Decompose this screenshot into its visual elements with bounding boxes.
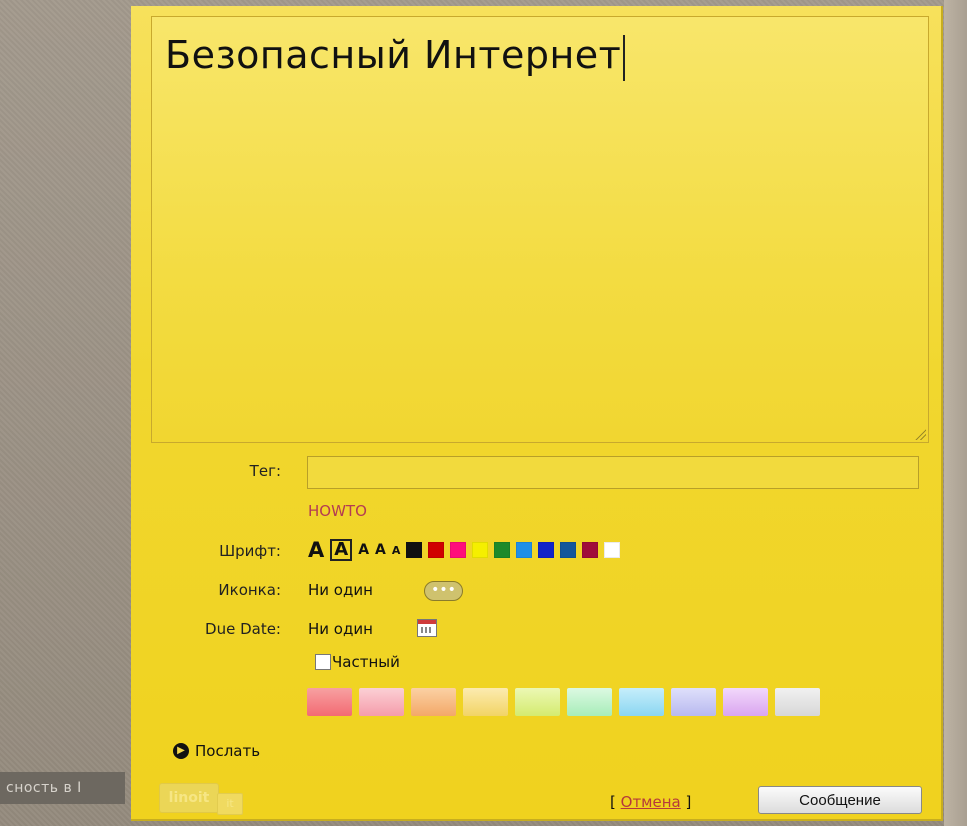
font-size-smallest[interactable]: A — [392, 545, 401, 556]
font-options: A A A A A — [308, 539, 621, 561]
submit-button[interactable]: Сообщение — [758, 786, 922, 814]
play-icon: ▶ — [173, 743, 189, 759]
send-toggle[interactable]: ▶ Послать — [173, 742, 260, 760]
note-color-lime[interactable] — [515, 688, 560, 716]
tag-input[interactable] — [307, 456, 919, 489]
note-title-text: Безопасный Интернет — [165, 33, 626, 81]
font-label: Шрифт: — [219, 542, 281, 560]
sticky-note-editor: Безопасный Интернет Тег: HOWTO Шрифт: A … — [131, 6, 943, 821]
note-color-pink[interactable] — [359, 688, 404, 716]
text-caret — [623, 34, 626, 81]
text-color-red[interactable] — [428, 542, 445, 558]
note-color-violet[interactable] — [723, 688, 768, 716]
note-title-value: Безопасный Интернет — [165, 33, 622, 77]
note-textarea[interactable]: Безопасный Интернет — [151, 16, 929, 443]
cancel-link[interactable]: Отмена — [621, 793, 681, 811]
due-date-value: Ни один — [308, 620, 373, 638]
private-checkbox-label[interactable]: Частный — [332, 653, 400, 671]
logo-main-mark: linoit — [159, 783, 219, 813]
note-color-palette — [307, 688, 820, 716]
calendar-icon[interactable] — [417, 619, 437, 637]
linoit-logo: linoit it — [159, 781, 243, 815]
tag-suggestion-link[interactable]: HOWTO — [308, 502, 367, 520]
note-color-yellow[interactable] — [463, 688, 508, 716]
font-size-medium-selected[interactable]: A — [330, 539, 353, 561]
text-color-maroon[interactable] — [582, 542, 599, 558]
text-color-yellow[interactable] — [472, 542, 489, 558]
text-color-black[interactable] — [406, 542, 423, 558]
cancel-left-bracket: [ — [610, 793, 616, 811]
tag-label: Тег: — [249, 462, 281, 480]
due-date-label: Due Date: — [205, 620, 281, 638]
cancel-right-bracket: ] — [685, 793, 692, 811]
note-color-lavender[interactable] — [671, 688, 716, 716]
send-label: Послать — [195, 742, 261, 760]
note-color-gray[interactable] — [775, 688, 820, 716]
text-color-green[interactable] — [494, 542, 511, 558]
text-color-light-blue[interactable] — [516, 542, 533, 558]
font-size-large[interactable]: A — [308, 539, 324, 561]
resize-grip-icon[interactable] — [914, 428, 926, 440]
font-size-smaller[interactable]: A — [375, 543, 386, 557]
logo-side-mark: it — [217, 793, 243, 815]
icon-label: Иконка: — [218, 581, 281, 599]
icon-picker-button[interactable]: ••• — [424, 581, 463, 601]
font-size-small[interactable]: A — [358, 543, 369, 557]
cancel-action: [ Отмена ] — [610, 793, 691, 811]
background-text-fragment: сность в I — [0, 772, 125, 804]
note-color-mint[interactable] — [567, 688, 612, 716]
note-color-red[interactable] — [307, 688, 352, 716]
note-color-orange[interactable] — [411, 688, 456, 716]
right-background-strip — [944, 0, 967, 826]
note-color-sky[interactable] — [619, 688, 664, 716]
private-checkbox[interactable] — [315, 654, 331, 670]
text-color-pink[interactable] — [450, 542, 467, 558]
text-color-white[interactable] — [604, 542, 621, 558]
icon-value: Ни один — [308, 581, 373, 599]
text-color-navy[interactable] — [560, 542, 577, 558]
text-color-blue[interactable] — [538, 542, 555, 558]
